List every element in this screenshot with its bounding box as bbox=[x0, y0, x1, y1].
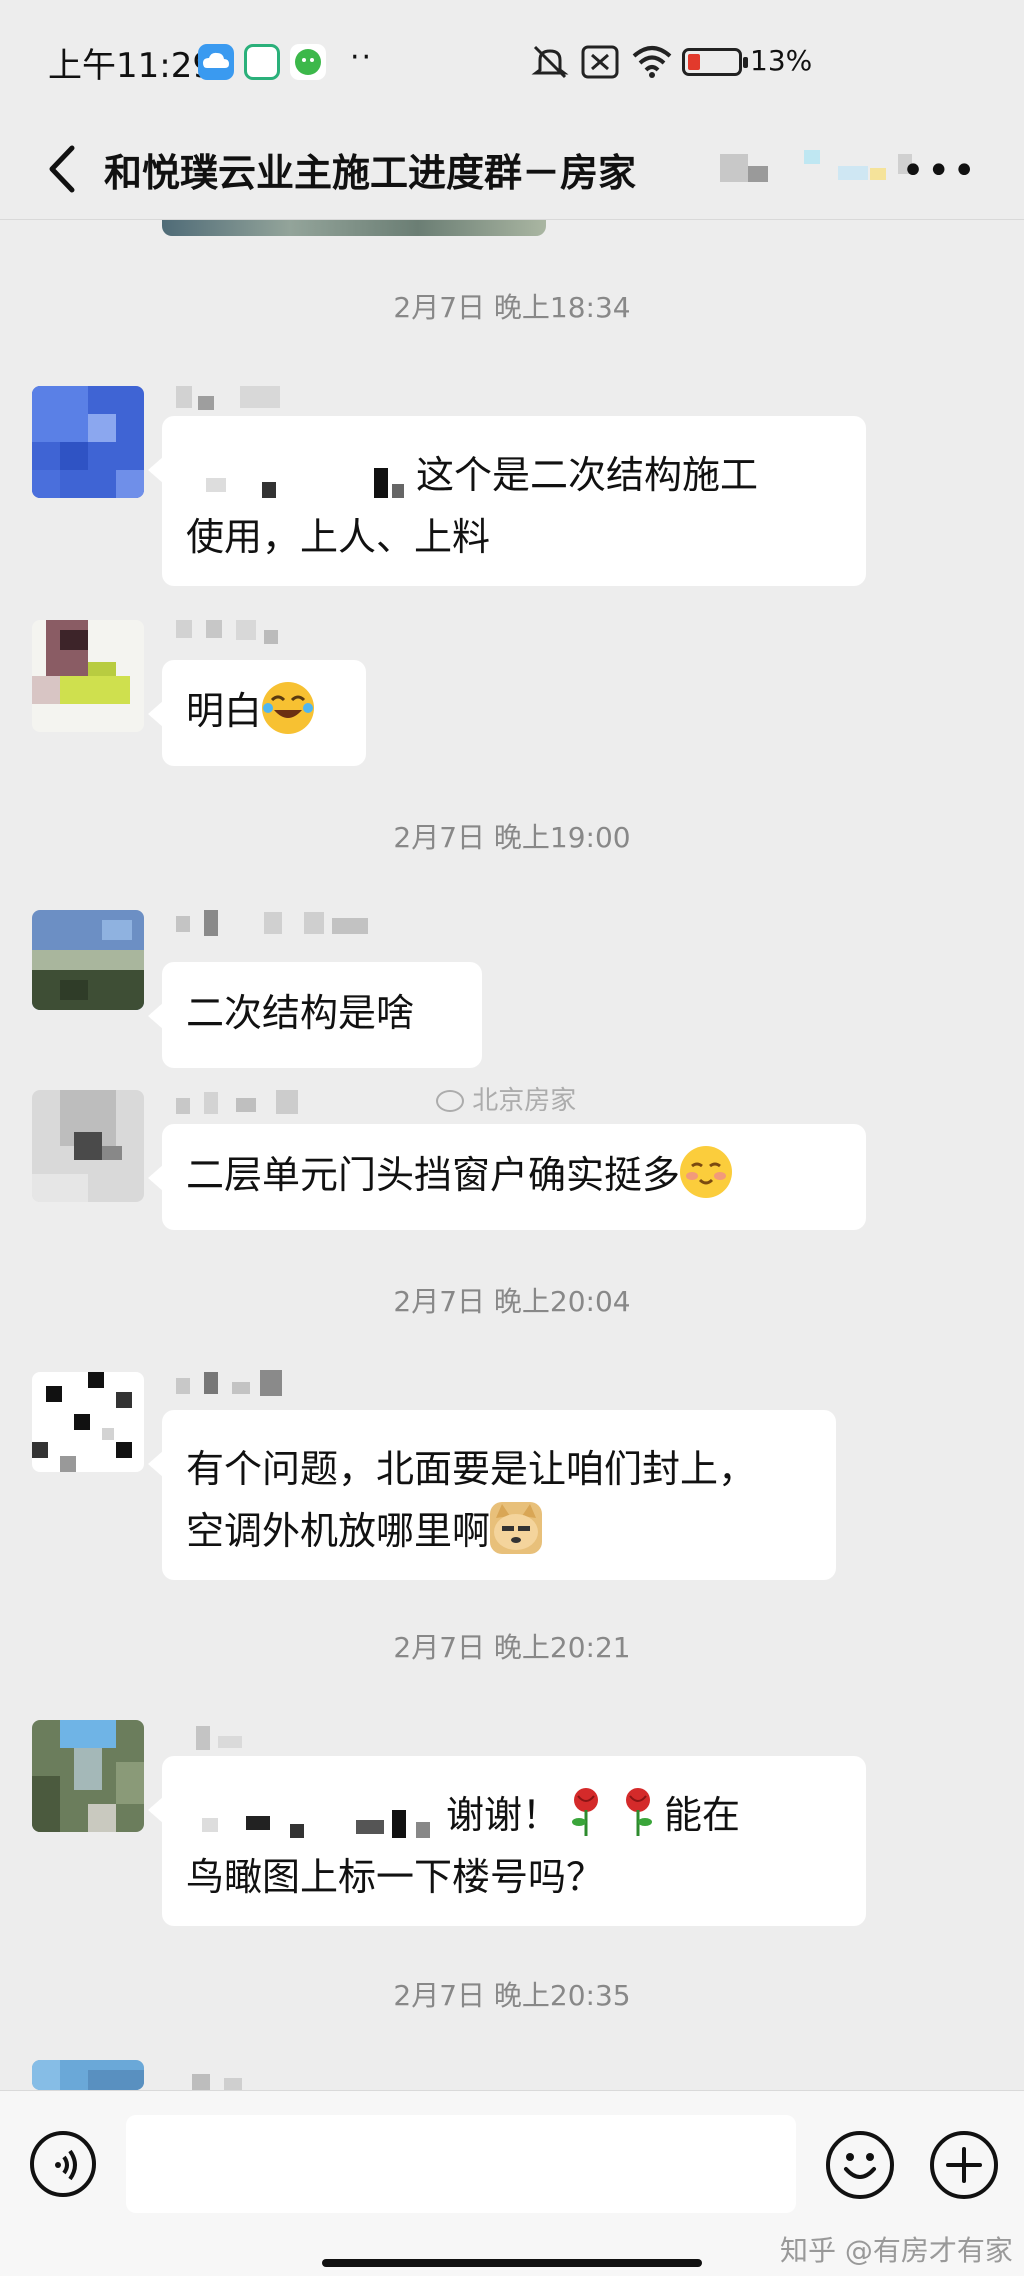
page-title: 和悦璞云业主施工进度群－房家 bbox=[104, 151, 637, 195]
message-bubble[interactable]: 明白 bbox=[148, 660, 366, 766]
status-time: 上午11:29 bbox=[48, 46, 214, 86]
laughing-tears-emoji bbox=[262, 682, 315, 734]
timestamp: 2月7日 晚上18:34 bbox=[393, 291, 631, 324]
message-bubble[interactable]: 二次结构是啥 bbox=[148, 962, 482, 1068]
avatar[interactable] bbox=[32, 1720, 144, 1832]
avatar[interactable] bbox=[32, 386, 144, 498]
blurred-nickname bbox=[176, 616, 286, 650]
timestamp: 2月7日 晚上20:21 bbox=[393, 1631, 631, 1664]
cloud-icon bbox=[198, 44, 234, 80]
message-text: 二次结构是啥 bbox=[186, 991, 415, 1035]
avatar[interactable] bbox=[32, 1372, 144, 1472]
wechat-app-icon bbox=[290, 44, 326, 80]
message-input[interactable] bbox=[126, 2115, 796, 2213]
more-dots-icon: ·· bbox=[350, 40, 374, 75]
blurred-nickname bbox=[176, 382, 286, 416]
weibo-icon bbox=[436, 1090, 464, 1112]
message-text: 空调外机放哪里啊 bbox=[186, 1509, 491, 1553]
message-text: 这个是二次结构施工 bbox=[416, 453, 759, 497]
message-text: 能在 bbox=[664, 1793, 741, 1837]
message-bubble[interactable]: 有个问题，北面要是让咱们封上， 空调外机放哪里啊 bbox=[148, 1410, 836, 1580]
message-bubble[interactable]: 谢谢！ 能在 鸟瞰图上标一下楼号吗？ bbox=[148, 1756, 866, 1926]
message-text: 二层单元门头挡窗户确实挺多 bbox=[186, 1153, 681, 1197]
timestamp: 2月7日 晚上20:35 bbox=[393, 1979, 631, 2012]
mute-icon bbox=[531, 45, 569, 79]
blurred-nickname bbox=[176, 908, 406, 942]
input-bar: 知乎 @有房才有家 bbox=[0, 2090, 1024, 2276]
chevron-left-icon[interactable] bbox=[34, 134, 94, 204]
rose-emoji bbox=[560, 1786, 612, 1838]
chat-header: 和悦璞云业主施工进度群－房家 ••• bbox=[0, 120, 1024, 220]
no-sim-icon bbox=[581, 45, 619, 79]
source-credit: 知乎 @有房才有家 bbox=[780, 2234, 1013, 2267]
battery-icon bbox=[682, 48, 748, 76]
status-bar: 上午11:29 ·· 13% bbox=[0, 0, 1024, 120]
blurred-nickname bbox=[176, 1722, 286, 1756]
redacted-mention bbox=[186, 1798, 446, 1838]
blurred-nickname bbox=[176, 1368, 306, 1402]
timestamp: 2月7日 晚上19:00 bbox=[393, 821, 631, 854]
more-horizontal-icon[interactable]: ••• bbox=[901, 148, 978, 194]
message-bubble[interactable]: 二层单元门头挡窗户确实挺多 bbox=[148, 1124, 866, 1230]
chat-app-icon bbox=[244, 44, 280, 80]
emoji-icon[interactable] bbox=[826, 2131, 894, 2199]
rose-emoji bbox=[612, 1786, 664, 1838]
avatar[interactable] bbox=[32, 910, 144, 1010]
redacted-mention bbox=[186, 458, 416, 498]
message-list[interactable]: 2月7日 晚上18:34 这个是二次结构施工 使用，上人、上料 明白 2月7日 … bbox=[0, 220, 1024, 2090]
message-text: 鸟瞰图上标一下楼号吗？ bbox=[186, 1855, 605, 1899]
battery-percent: 13% bbox=[750, 44, 813, 77]
avatar[interactable] bbox=[32, 2060, 144, 2090]
blushing-smile-emoji bbox=[680, 1146, 733, 1198]
blurred-title-suffix bbox=[720, 144, 920, 194]
message-text: 谢谢！ bbox=[446, 1793, 561, 1837]
image-message-fragment[interactable] bbox=[162, 220, 546, 236]
doge-emoji bbox=[490, 1502, 543, 1554]
message-bubble[interactable]: 这个是二次结构施工 使用，上人、上料 bbox=[148, 416, 866, 586]
message-text: 使用，上人、上料 bbox=[186, 515, 491, 559]
watermark: 北京房家 bbox=[436, 1080, 576, 1117]
timestamp: 2月7日 晚上20:04 bbox=[393, 1285, 631, 1318]
wifi-icon bbox=[632, 46, 672, 78]
plus-icon[interactable] bbox=[930, 2131, 998, 2199]
avatar[interactable] bbox=[32, 1090, 144, 1202]
blurred-nickname bbox=[176, 2074, 266, 2090]
message-text: 明白 bbox=[186, 689, 263, 733]
avatar[interactable] bbox=[32, 620, 144, 732]
blurred-nickname bbox=[176, 1088, 336, 1122]
voice-icon[interactable] bbox=[30, 2131, 96, 2197]
home-indicator[interactable] bbox=[322, 2259, 702, 2267]
message-text: 有个问题，北面要是让咱们封上， bbox=[186, 1447, 757, 1491]
